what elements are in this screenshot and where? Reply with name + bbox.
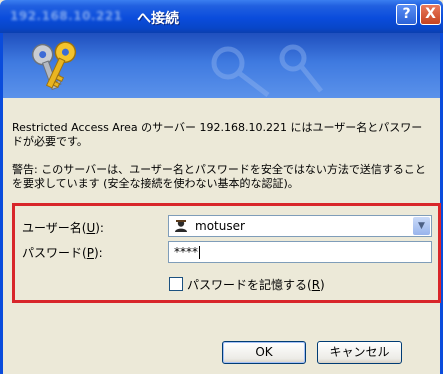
title-bar[interactable]: 192.168.10.221 へ接続 ? X <box>0 0 443 33</box>
username-label: ユーザー名(U): <box>22 221 104 235</box>
ok-button[interactable]: OK <box>222 341 306 364</box>
security-warning: 警告: このサーバーは、ユーザー名とパスワードを安全ではない方法で送信することを… <box>12 163 426 190</box>
password-field[interactable]: **** <box>168 241 432 263</box>
close-button[interactable]: X <box>420 4 441 25</box>
window-title: へ接続 <box>137 11 179 27</box>
username-value: motuser <box>195 219 245 233</box>
remember-password-checkbox[interactable]: パスワードを記憶する(R) <box>169 276 325 293</box>
cancel-button[interactable]: キャンセル <box>317 341 402 364</box>
dropdown-arrow-icon[interactable]: ▼ <box>413 217 430 235</box>
help-button[interactable]: ? <box>396 4 417 25</box>
close-icon: X <box>425 6 436 22</box>
title-server-ip: 192.168.10.221 <box>10 9 123 23</box>
text-caret <box>199 246 200 259</box>
keys-icon <box>31 41 77 91</box>
header-banner <box>3 33 440 98</box>
user-icon <box>175 220 187 232</box>
checkbox-box[interactable] <box>169 277 183 291</box>
password-label: パスワード(P): <box>22 246 103 260</box>
server-message: Restricted Access Area のサーバー 192.168.10.… <box>12 121 423 148</box>
password-value: **** <box>174 245 198 259</box>
username-combobox[interactable]: motuser ▼ <box>168 215 432 237</box>
help-icon: ? <box>402 6 411 22</box>
